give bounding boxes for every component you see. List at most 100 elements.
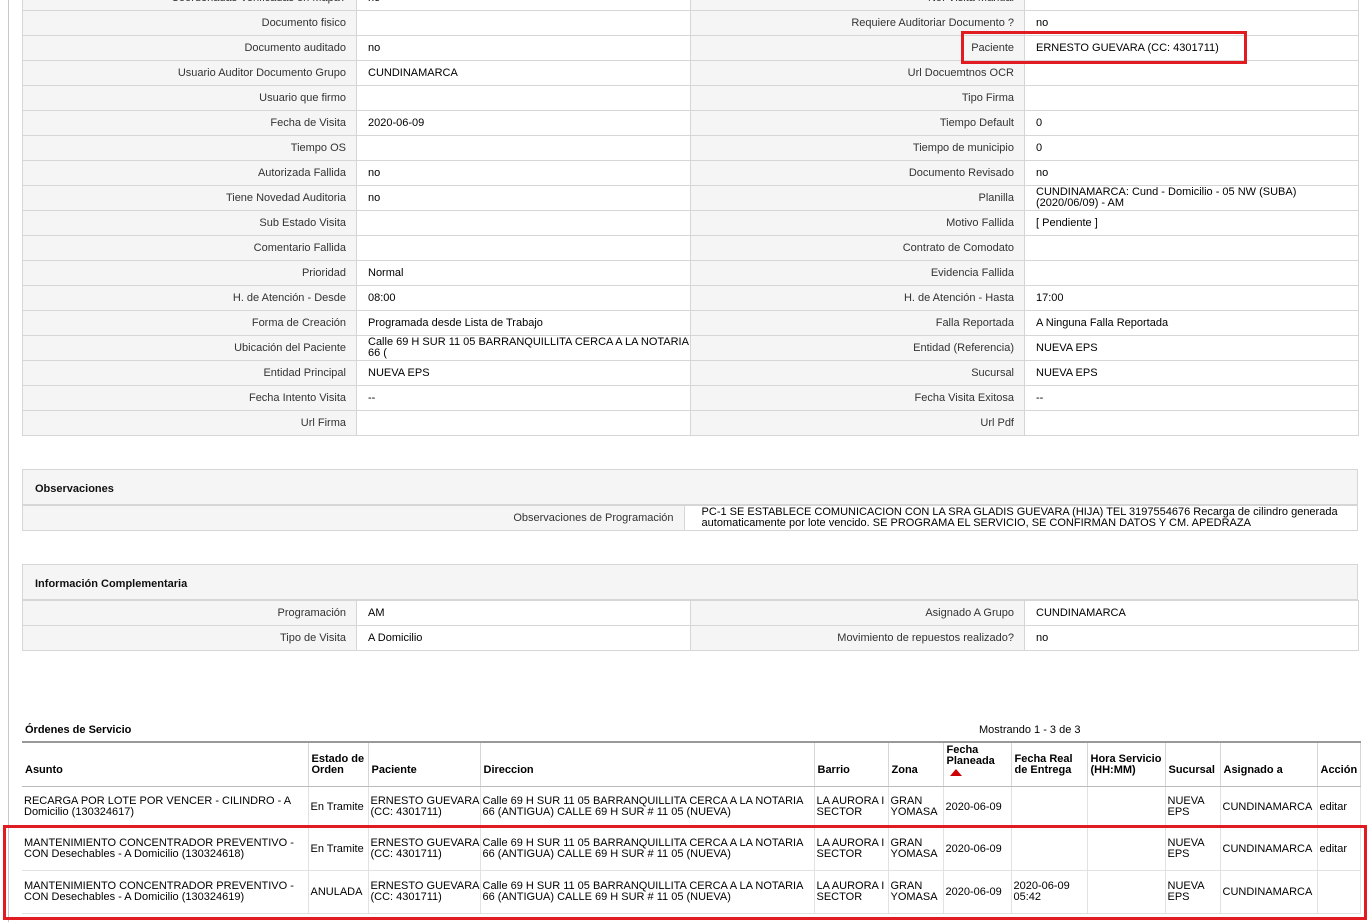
sort-ascending-icon — [949, 769, 962, 776]
page-left-border — [8, 0, 9, 922]
column-header[interactable]: Asunto — [22, 741, 309, 787]
cell-paciente: ERNESTO GUEVARA (CC: 4301711) — [368, 786, 481, 828]
detail-row: Url Firma Url Pdf — [22, 410, 1359, 436]
cell-estado: En Tramite — [308, 827, 369, 871]
detail-label: Tipo Firma — [690, 85, 1025, 111]
column-header[interactable]: Direccion — [480, 741, 815, 787]
detail-value: Programada desde Lista de Trabajo — [356, 310, 691, 336]
cell-accion: editar — [1317, 827, 1361, 871]
column-header: Acción — [1317, 741, 1361, 787]
orders-table: Asunto Estado de Orden Paciente Direccion Ba… — [22, 741, 1361, 914]
column-header[interactable]: Fecha Planeada — [943, 741, 1012, 787]
cell-zona: GRAN YOMASA — [888, 827, 944, 871]
cell-sucursal: NUEVA EPS — [1165, 827, 1221, 871]
detail-value: no — [1024, 160, 1359, 186]
detail-value — [356, 85, 691, 111]
detail-value — [356, 210, 691, 236]
cell-accion — [1317, 870, 1361, 914]
cell-fecha-planeada: 2020-06-09 — [943, 786, 1012, 828]
detail-value: A Domicilio — [356, 625, 691, 651]
detail-label: H. de Atención - Hasta — [690, 285, 1025, 311]
column-header[interactable]: Hora Servicio (HH:MM) — [1087, 741, 1166, 787]
detail-label: Prioridad — [22, 260, 357, 286]
detail-row: Ubicación del Paciente Calle 69 H SUR 11 … — [22, 335, 1359, 361]
cell-sucursal: NUEVA EPS — [1165, 870, 1221, 914]
detail-row: Usuario que firmo Tipo Firma — [22, 85, 1359, 111]
detail-value: no — [356, 35, 691, 61]
detail-value — [1024, 85, 1359, 111]
cell-fecha-real: 2020-06-09 05:42 — [1011, 870, 1088, 914]
detail-row: Autorizada Fallida no Documento Revisado no — [22, 160, 1359, 186]
edit-link[interactable]: editar — [1320, 801, 1348, 813]
cell-asignado: CUNDINAMARCA — [1220, 786, 1318, 828]
detail-label: Forma de Creación — [22, 310, 357, 336]
detail-value — [1024, 60, 1359, 86]
column-header[interactable]: Asignado a — [1220, 741, 1318, 787]
detail-value: -- — [356, 385, 691, 411]
cell-barrio: LA AURORA I SECTOR — [814, 786, 889, 828]
cell-fecha-planeada: 2020-06-09 — [943, 827, 1012, 871]
cell-barrio: LA AURORA I SECTOR — [814, 827, 889, 871]
cell-estado: ANULADA — [308, 870, 369, 914]
detail-value — [1024, 235, 1359, 261]
detail-value: AM — [356, 600, 691, 626]
detail-value: CUNDINAMARCA — [1024, 600, 1359, 626]
column-header-label: Barrio — [817, 764, 850, 776]
cell-barrio: LA AURORA I SECTOR — [814, 870, 889, 914]
cell-hora — [1087, 870, 1166, 914]
detail-label: Entidad (Referencia) — [690, 335, 1025, 361]
table-row: MANTENIMIENTO CONCENTRADOR PREVENTIVO - … — [22, 870, 1361, 914]
detail-value: 08:00 — [356, 285, 691, 311]
cell-hora — [1087, 786, 1166, 828]
detail-label: Falla Reportada — [690, 310, 1025, 336]
cell-direccion: Calle 69 H SUR 11 05 BARRANQUILLITA CERC… — [480, 827, 815, 871]
column-header[interactable]: Estado de Orden — [308, 741, 369, 787]
column-header[interactable]: Sucursal — [1165, 741, 1221, 787]
detail-row: Tipo de Visita A Domicilio Movimiento de r… — [22, 625, 1359, 651]
detail-value: Calle 69 H SUR 11 05 BARRANQUILLITA CERC… — [356, 335, 691, 361]
cell-paciente: ERNESTO GUEVARA (CC: 4301711) — [368, 827, 481, 871]
detail-value: A Ninguna Falla Reportada — [1024, 310, 1359, 336]
detail-label: Tipo de Visita — [22, 625, 357, 651]
section-title: Información Complementaria — [35, 578, 188, 590]
detail-label: Fecha de Visita — [22, 110, 357, 136]
detail-label: Contrato de Comodato — [690, 235, 1025, 261]
detail-label: H. de Atención - Desde — [22, 285, 357, 311]
edit-link[interactable]: editar — [1320, 843, 1348, 855]
detail-value — [1024, 0, 1359, 11]
detail-value: CUNDINAMARCA — [356, 60, 691, 86]
cell-paciente: ERNESTO GUEVARA (CC: 4301711) — [368, 870, 481, 914]
detail-row: Programación AM Asignado A Grupo CUNDINAMAR… — [22, 600, 1359, 626]
column-header-label: Zona — [891, 764, 918, 776]
column-header[interactable]: Fecha Real de Entrega — [1011, 741, 1088, 787]
detail-label: Motivo Fallida — [690, 210, 1025, 236]
detail-value: -- — [1024, 385, 1359, 411]
column-header-label: Asignado a — [1223, 764, 1283, 776]
detail-value — [356, 235, 691, 261]
detail-label: Comentario Fallida — [22, 235, 357, 261]
cell-asignado: CUNDINAMARCA — [1220, 870, 1318, 914]
detail-label: Documento fisico — [22, 10, 357, 36]
cell-hora — [1087, 827, 1166, 871]
detail-label: Documento auditado — [22, 35, 357, 61]
column-header[interactable]: Barrio — [814, 741, 889, 787]
detail-value: 17:00 — [1024, 285, 1359, 311]
detail-value — [356, 135, 691, 161]
detail-row: Fecha Intento Visita -- Fecha Visita Exito… — [22, 385, 1359, 411]
column-header-label: Fecha Real de Entrega — [1014, 753, 1073, 776]
detail-label: Paciente — [690, 35, 1025, 61]
detail-label: Movimiento de repuestos realizado? — [690, 625, 1025, 651]
detail-label: Sucursal — [690, 360, 1025, 386]
detail-label: Programación — [22, 600, 357, 626]
detail-label: No. Visita Manual — [690, 0, 1025, 11]
detail-label: Documento Revisado — [690, 160, 1025, 186]
detail-row: Prioridad Normal Evidencia Fallida — [22, 260, 1359, 286]
details-table: Documento fisico Requiere Auditoriar Docu… — [22, 10, 1359, 436]
cell-direccion: Calle 69 H SUR 11 05 BARRANQUILLITA CERC… — [480, 786, 815, 828]
detail-value — [356, 410, 691, 436]
column-header[interactable]: Zona — [888, 741, 944, 787]
column-header[interactable]: Paciente — [368, 741, 481, 787]
cell-fecha-real — [1011, 786, 1088, 828]
detail-row: Usuario Auditor Documento Grupo CUNDINAMA… — [22, 60, 1359, 86]
cell-asignado: CUNDINAMARCA — [1220, 827, 1318, 871]
